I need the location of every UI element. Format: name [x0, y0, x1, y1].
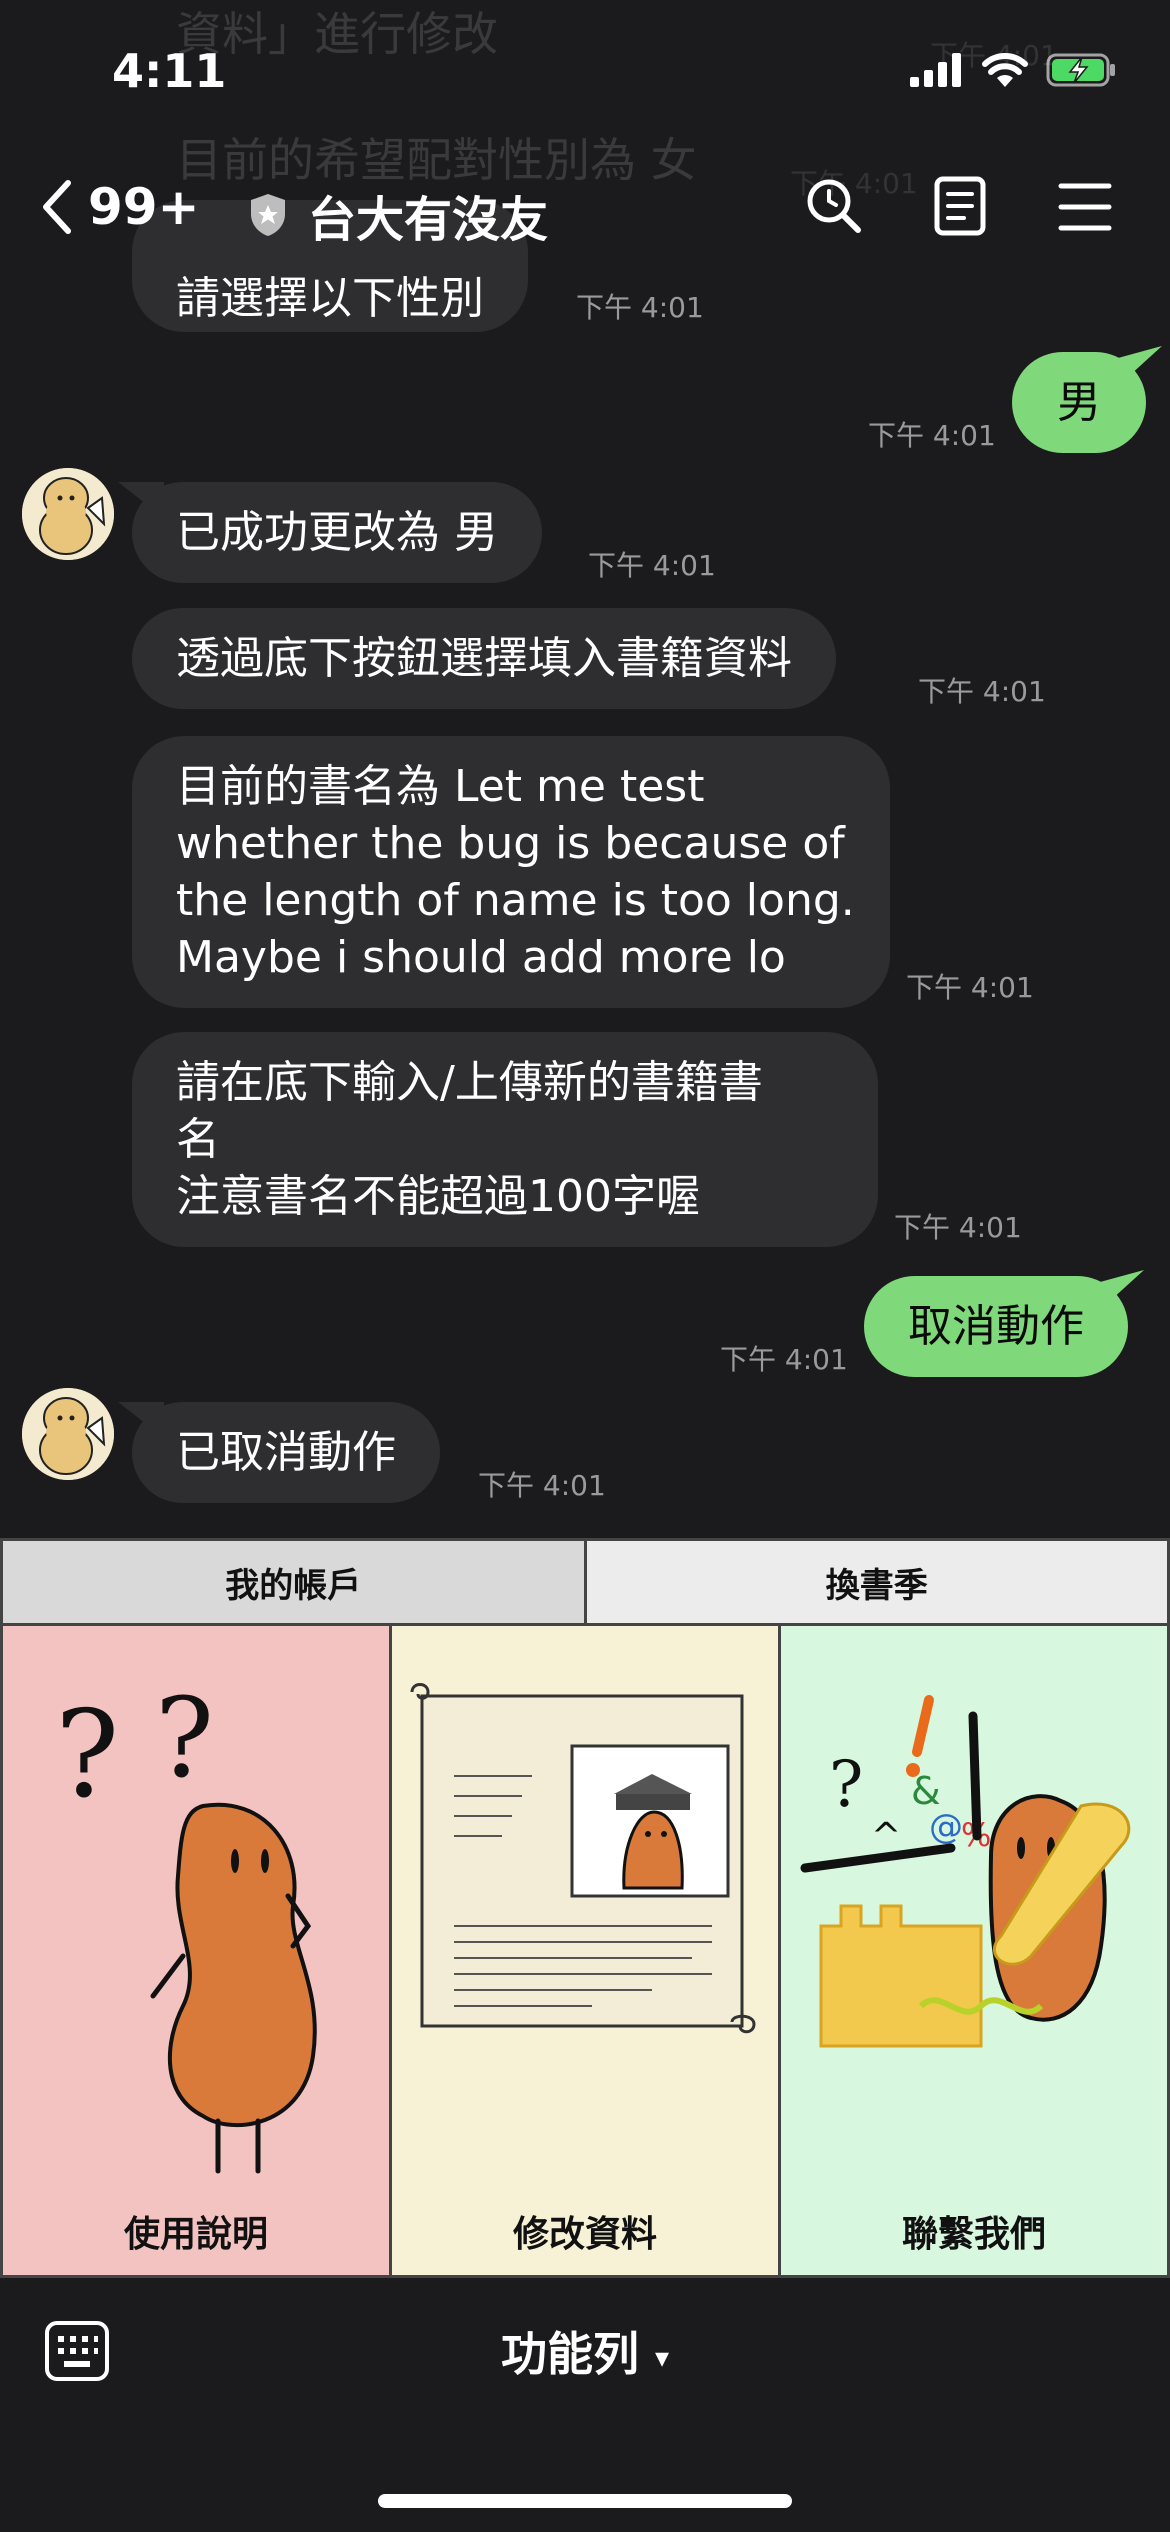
svg-text:?: ? — [155, 1674, 214, 1802]
signal-icon — [910, 53, 961, 87]
message-line: 名 — [176, 1114, 220, 1165]
svg-text:^: ^ — [871, 1816, 901, 1857]
message-text: 請選擇以下性別 — [176, 273, 484, 324]
svg-text:?: ? — [55, 1686, 119, 1825]
peanut-avatar-icon — [22, 468, 114, 560]
message-time: 下午 4:01 — [478, 1469, 606, 1502]
panel-contact-us[interactable]: ? ^ & @ % 聯繫我們 — [778, 1626, 1170, 2278]
message-line: 請在底下輸入/上傳新的書籍書 — [176, 1057, 763, 1108]
message-bubble[interactable]: 請在底下輸入/上傳新的書籍書 名 注意書名不能超過100字喔 — [132, 1032, 878, 1247]
confused-peanut-illustration: ? ? — [55, 1674, 317, 2174]
message-text: 已成功更改為 男 — [176, 507, 498, 558]
message-time: 下午 4:01 — [720, 1343, 848, 1376]
panel-edit-profile[interactable]: 修改資料 — [389, 1626, 781, 2278]
status-icons — [910, 52, 1118, 88]
svg-text:@: @ — [929, 1807, 963, 1847]
message-bubble[interactable]: 透過底下按鈕選擇填入書籍資料 — [132, 608, 836, 709]
panel-label: 聯繫我們 — [901, 2214, 1046, 2255]
caret-down-icon: ▾ — [654, 2341, 670, 2374]
bot-avatar[interactable] — [22, 468, 114, 560]
rich-menu: 我的帳戶 換書季 ? ? 使用說明 修改資料 ? ^ & @ 聯繫我們 — [0, 1538, 1170, 2278]
menu-icon[interactable] — [1058, 182, 1112, 232]
message-line: whether the bug is because of — [176, 818, 845, 869]
message-text: 透過底下按鈕選擇填入書籍資料 — [176, 633, 792, 684]
function-bar-label: 功能列 — [500, 2327, 639, 2381]
chat-area: 請選擇以下性別 下午 4:01 男 下午 4:01 已成功更改為 男 下午 4:… — [0, 200, 1170, 1540]
function-bar-toggle[interactable]: 功能列 ▾ — [0, 2318, 1170, 2384]
message-time: 下午 4:01 — [906, 971, 1034, 1004]
tab-my-account[interactable]: 我的帳戶 — [3, 1541, 587, 1623]
bottom-bar: 功能列 ▾ — [0, 2278, 1170, 2532]
chevron-left-icon — [43, 180, 71, 234]
panel-label: 使用說明 — [123, 2214, 268, 2255]
home-indicator — [378, 2494, 792, 2508]
message-text: 取消動作 — [908, 1301, 1084, 1352]
chat-header: 99+ 台大有沒友 — [0, 140, 1170, 280]
panel-instructions[interactable]: ? ? 使用說明 — [0, 1626, 392, 2278]
back-button[interactable]: 99+ — [40, 178, 199, 236]
message-bubble-me[interactable]: 男 — [1012, 352, 1146, 453]
message-time: 下午 4:01 — [588, 549, 716, 582]
message-bubble[interactable]: 已取消動作 — [132, 1402, 440, 1503]
message-bubble[interactable]: 目前的書名為 Let me test whether the bug is be… — [132, 736, 890, 1008]
notes-icon[interactable] — [934, 176, 986, 236]
wifi-icon — [982, 53, 1028, 87]
message-text: 男 — [1057, 377, 1101, 428]
rich-menu-tabs: 我的帳戶 換書季 — [0, 1538, 1170, 1626]
peanut-avatar-icon — [22, 1388, 114, 1480]
message-line: the length of name is too long. — [176, 875, 855, 926]
battery-charging-icon — [1046, 53, 1115, 87]
svg-text:?: ? — [829, 1748, 863, 1822]
message-line: Maybe i should add more lo — [176, 932, 786, 983]
status-time: 4:11 — [112, 44, 227, 98]
panel-label: 修改資料 — [512, 2214, 657, 2255]
message-bubble-me[interactable]: 取消動作 — [864, 1276, 1128, 1377]
scroll-certificate-illustration — [410, 1683, 756, 2034]
message-time: 下午 4:01 — [576, 291, 704, 324]
message-line: 注意書名不能超過100字喔 — [176, 1171, 700, 1222]
message-time: 下午 4:01 — [918, 675, 1046, 708]
peanut-phone-illustration: ? ^ & @ % — [800, 1695, 1131, 2048]
tab-book-swap-season[interactable]: 換書季 — [586, 1541, 1167, 1623]
bot-avatar[interactable] — [22, 1388, 114, 1480]
message-line: 目前的書名為 Let me test — [176, 761, 705, 812]
shield-icon — [251, 194, 285, 236]
message-time: 下午 4:01 — [894, 1211, 1022, 1244]
status-bar: 4:11 — [0, 0, 1170, 140]
chat-title: 台大有沒友 — [308, 192, 549, 248]
message-time: 下午 4:01 — [868, 419, 996, 452]
chat-title-area[interactable]: 台大有沒友 — [248, 180, 548, 250]
message-bubble[interactable]: 已成功更改為 男 — [132, 482, 542, 583]
unread-count: 99+ — [88, 178, 200, 236]
message-text: 已取消動作 — [176, 1427, 396, 1478]
search-icon[interactable] — [804, 176, 864, 236]
